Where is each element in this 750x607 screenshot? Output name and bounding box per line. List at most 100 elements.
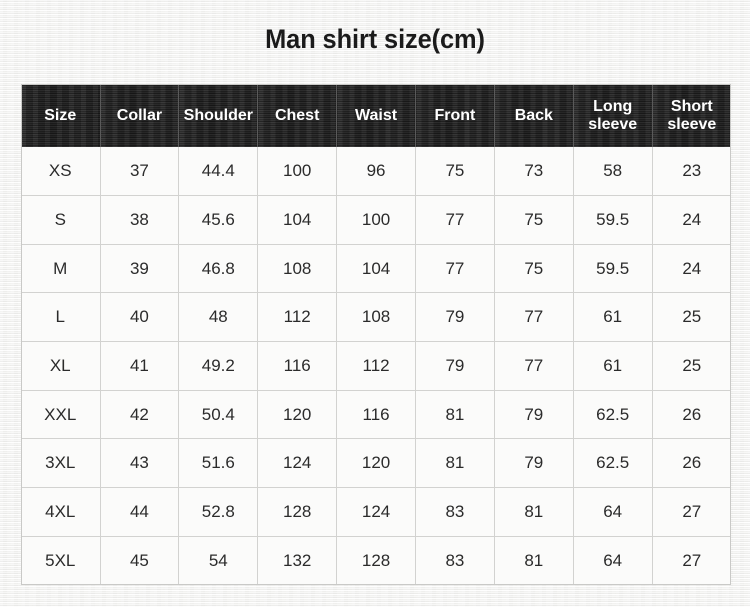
column-header-shoulder: Shoulder — [178, 84, 259, 147]
page-title: Man shirt size(cm) — [265, 24, 485, 54]
cell-front: 77 — [415, 244, 495, 294]
cell-front: 79 — [415, 292, 495, 343]
cell-size-label: M — [21, 244, 101, 294]
column-header-front: Front — [415, 84, 495, 147]
cell-shoulder: 48 — [178, 292, 259, 343]
cell-shoulder: 54 — [178, 536, 259, 585]
cell-waist: 124 — [336, 487, 416, 537]
cell-front: 77 — [415, 195, 495, 245]
cell-size-label: S — [21, 195, 101, 245]
cell-chest: 120 — [257, 390, 338, 440]
cell-long-sleeve: 58 — [573, 147, 653, 197]
table-row: 3XL 43 51.6 124 120 81 79 62.5 26 — [21, 438, 731, 489]
cell-shoulder: 51.6 — [178, 438, 259, 489]
cell-shoulder: 49.2 — [178, 341, 259, 391]
cell-collar: 42 — [100, 390, 180, 440]
cell-short-sleeve: 26 — [652, 438, 731, 489]
column-header-waist: Waist — [336, 84, 416, 147]
cell-collar: 44 — [100, 487, 180, 537]
cell-collar: 37 — [100, 147, 180, 197]
cell-chest: 116 — [257, 341, 338, 391]
cell-size-label: XL — [21, 341, 101, 391]
cell-waist: 112 — [336, 341, 416, 391]
cell-collar: 41 — [100, 341, 180, 391]
cell-chest: 112 — [257, 292, 338, 343]
cell-front: 75 — [415, 147, 495, 197]
cell-back: 81 — [494, 536, 574, 585]
cell-short-sleeve: 23 — [652, 147, 731, 197]
table-row: XL 41 49.2 116 112 79 77 61 25 — [21, 341, 731, 391]
cell-short-sleeve: 26 — [652, 390, 731, 440]
cell-back: 75 — [494, 244, 574, 294]
column-header-long-sleeve: Long sleeve — [573, 84, 653, 147]
cell-front: 81 — [415, 438, 495, 489]
cell-back: 75 — [494, 195, 574, 245]
cell-chest: 132 — [257, 536, 338, 585]
cell-long-sleeve: 64 — [573, 487, 653, 537]
cell-short-sleeve: 27 — [652, 536, 731, 585]
column-header-collar: Collar — [100, 84, 180, 147]
table-row: 5XL 45 54 132 128 83 81 64 27 — [21, 536, 731, 585]
cell-shoulder: 52.8 — [178, 487, 259, 537]
cell-size-label: L — [21, 292, 101, 343]
column-header-back: Back — [494, 84, 574, 147]
cell-long-sleeve: 59.5 — [573, 195, 653, 245]
cell-short-sleeve: 24 — [652, 195, 731, 245]
cell-shoulder: 44.4 — [178, 147, 259, 197]
table-row: 4XL 44 52.8 128 124 83 81 64 27 — [21, 487, 731, 537]
cell-collar: 43 — [100, 438, 180, 489]
table-header-row: Size Collar Shoulder Chest Waist Front B… — [21, 84, 731, 147]
cell-chest: 108 — [257, 244, 338, 294]
table-row: XS 37 44.4 100 96 75 73 58 23 — [21, 147, 731, 197]
cell-collar: 38 — [100, 195, 180, 245]
cell-collar: 45 — [100, 536, 180, 585]
cell-back: 79 — [494, 438, 574, 489]
cell-waist: 116 — [336, 390, 416, 440]
cell-long-sleeve: 61 — [573, 341, 653, 391]
cell-chest: 128 — [257, 487, 338, 537]
size-chart-table: Size Collar Shoulder Chest Waist Front B… — [21, 84, 731, 585]
cell-collar: 40 — [100, 292, 180, 343]
cell-shoulder: 46.8 — [178, 244, 259, 294]
cell-front: 83 — [415, 536, 495, 585]
table-row: XXL 42 50.4 120 116 81 79 62.5 26 — [21, 390, 731, 440]
cell-front: 79 — [415, 341, 495, 391]
cell-shoulder: 45.6 — [178, 195, 259, 245]
cell-waist: 100 — [336, 195, 416, 245]
cell-size-label: XS — [21, 147, 101, 197]
size-chart-container: Size Collar Shoulder Chest Waist Front B… — [21, 84, 731, 585]
cell-back: 77 — [494, 341, 574, 391]
cell-chest: 104 — [257, 195, 338, 245]
cell-short-sleeve: 25 — [652, 341, 731, 391]
cell-front: 83 — [415, 487, 495, 537]
cell-back: 81 — [494, 487, 574, 537]
cell-back: 73 — [494, 147, 574, 197]
cell-size-label: XXL — [21, 390, 101, 440]
table-row: S 38 45.6 104 100 77 75 59.5 24 — [21, 195, 731, 245]
cell-long-sleeve: 59.5 — [573, 244, 653, 294]
cell-short-sleeve: 27 — [652, 487, 731, 537]
cell-long-sleeve: 62.5 — [573, 438, 653, 489]
cell-back: 79 — [494, 390, 574, 440]
cell-back: 77 — [494, 292, 574, 343]
table-row: L 40 48 112 108 79 77 61 25 — [21, 292, 731, 343]
cell-front: 81 — [415, 390, 495, 440]
cell-long-sleeve: 64 — [573, 536, 653, 585]
cell-waist: 96 — [336, 147, 416, 197]
table-header: Size Collar Shoulder Chest Waist Front B… — [21, 84, 731, 147]
table-body: XS 37 44.4 100 96 75 73 58 23 S 38 45.6 104 100 77 75 59… — [21, 147, 731, 585]
cell-waist: 128 — [336, 536, 416, 585]
cell-size-label: 5XL — [21, 536, 101, 585]
cell-waist: 120 — [336, 438, 416, 489]
column-header-chest: Chest — [257, 84, 338, 147]
cell-short-sleeve: 25 — [652, 292, 731, 343]
cell-long-sleeve: 62.5 — [573, 390, 653, 440]
cell-chest: 124 — [257, 438, 338, 489]
cell-shoulder: 50.4 — [178, 390, 259, 440]
cell-waist: 104 — [336, 244, 416, 294]
column-header-short-sleeve: Short sleeve — [652, 84, 731, 147]
cell-collar: 39 — [100, 244, 180, 294]
cell-size-label: 3XL — [21, 438, 101, 489]
cell-short-sleeve: 24 — [652, 244, 731, 294]
column-header-size: Size — [21, 84, 101, 147]
